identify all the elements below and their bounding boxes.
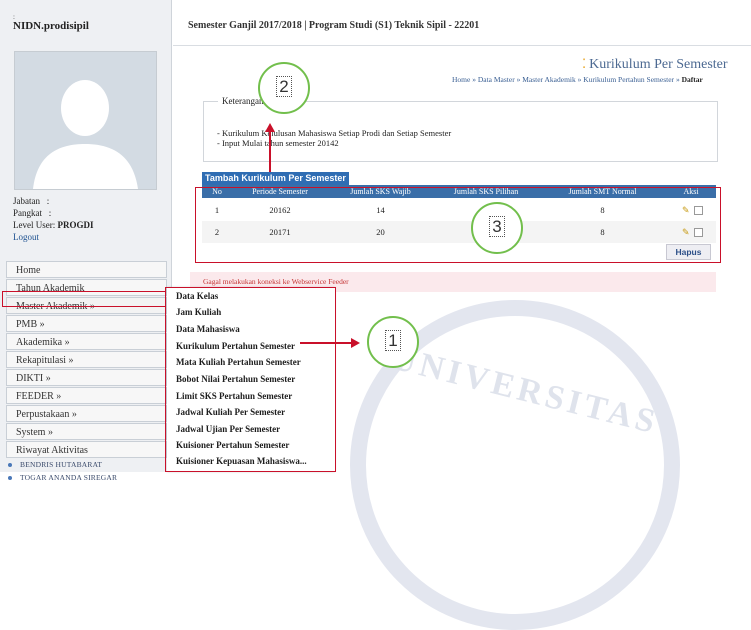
annotation-arrows: [265, 123, 360, 348]
aktivitas-user[interactable]: TOGAR ANANDA SIREGAR: [8, 473, 117, 482]
arrow-up-head-icon: [265, 123, 275, 132]
arrow-right-head-icon: [351, 338, 360, 348]
annotation-marker-2: 2: [258, 62, 310, 114]
annotation-marker-1: 1: [367, 316, 419, 368]
bullet-icon: [8, 476, 12, 481]
annotation-marker-3: 3: [471, 202, 523, 254]
